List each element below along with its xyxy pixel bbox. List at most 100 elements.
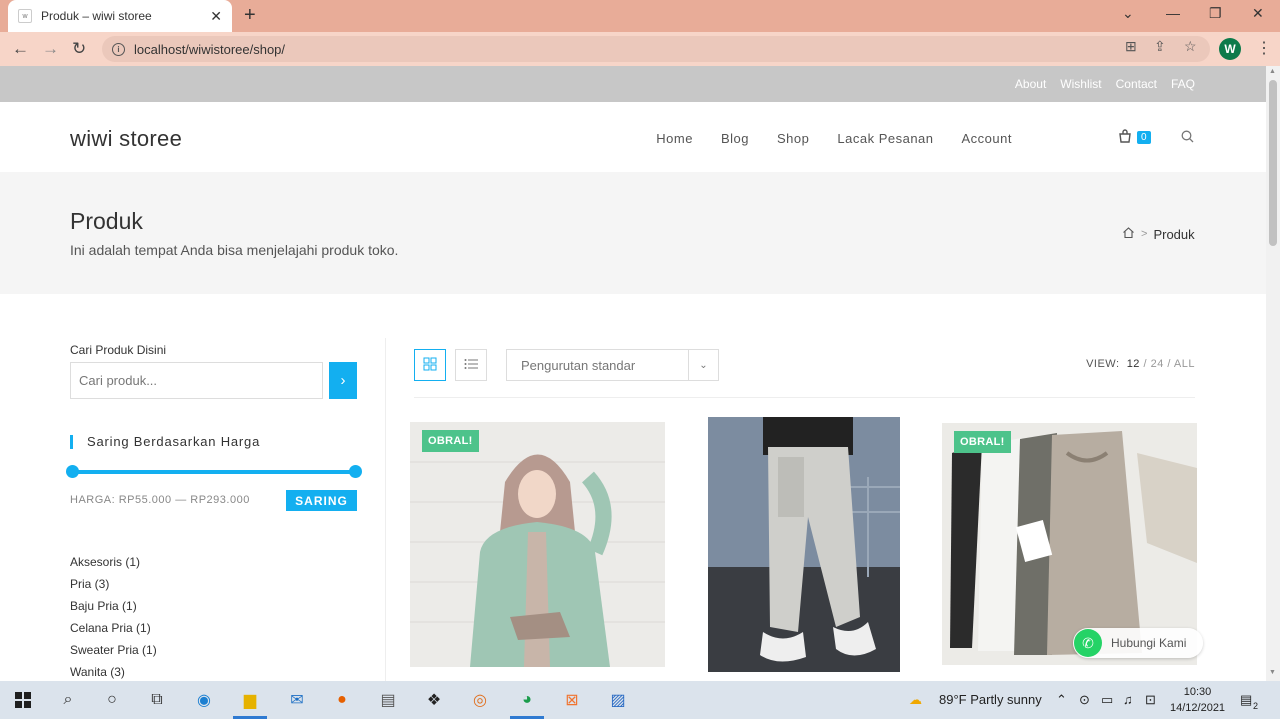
app-icon[interactable]: ◎ (469, 689, 491, 711)
address-bar[interactable]: i localhost/wiwistoree/shop/ (102, 36, 1210, 62)
cart-button[interactable]: 0 (1118, 129, 1151, 146)
category-item[interactable]: Aksesoris (1) (70, 551, 157, 573)
view-label: VIEW: (1086, 358, 1120, 370)
grid-view-button[interactable] (414, 349, 446, 381)
new-tab-icon[interactable]: + (244, 4, 256, 27)
top-bar: About Wishlist Contact FAQ (0, 66, 1266, 102)
product-image[interactable]: OBRAL! (410, 422, 665, 667)
list-icon (464, 357, 478, 373)
chevron-down-icon: ⌄ (688, 350, 718, 380)
category-item[interactable]: Baju Pria (1) (70, 595, 157, 617)
nav-blog[interactable]: Blog (721, 131, 749, 146)
category-item[interactable]: Sweater Pria (1) (70, 639, 157, 661)
view-option-24[interactable]: 24 (1151, 358, 1164, 370)
file-explorer-icon[interactable]: ▆ (239, 689, 261, 711)
page-title: Produk (70, 208, 143, 234)
search-widget-label: Cari Produk Disini (70, 343, 167, 357)
view-option-12[interactable]: 12 (1127, 358, 1140, 370)
tab-search-icon[interactable]: ⌄ (1122, 5, 1134, 22)
dropbox-icon[interactable]: ❖ (423, 689, 445, 711)
price-max-handle[interactable] (349, 465, 362, 478)
price-min-handle[interactable] (66, 465, 79, 478)
browser-tab[interactable]: w Produk – wiwi storee ✕ (8, 0, 232, 32)
windows-start-icon[interactable] (12, 689, 34, 711)
xampp-icon[interactable]: ⊠ (561, 689, 583, 711)
translate-icon[interactable]: ⊞ (1125, 38, 1137, 55)
nav-account[interactable]: Account (962, 131, 1012, 146)
restore-icon[interactable]: ❐ (1209, 5, 1222, 22)
main-nav: Home Blog Shop Lacak Pesanan Account (656, 131, 1012, 146)
url-text: localhost/wiwistoree/shop/ (134, 41, 286, 57)
scroll-down-icon[interactable]: ▼ (1269, 669, 1276, 676)
shopping-bag-icon (1118, 129, 1132, 146)
search-icon[interactable]: ⌕ (57, 689, 79, 711)
weather-text[interactable]: 89°F Partly sunny (939, 692, 1042, 707)
whatsapp-label: Hubungi Kami (1111, 636, 1187, 650)
sort-select[interactable]: Pengurutan standar ⌄ (506, 349, 719, 381)
sale-badge: OBRAL! (954, 431, 1011, 453)
edge-icon[interactable]: ◉ (193, 689, 215, 711)
site-logo[interactable]: wiwi storee (70, 126, 182, 152)
onedrive-icon[interactable]: ⊙ (1079, 692, 1090, 708)
filter-button[interactable]: SARING (286, 490, 357, 511)
reload-icon[interactable]: ↻ (72, 39, 86, 59)
page-hero: Produk Ini adalah tempat Anda bisa menje… (0, 172, 1266, 294)
browser-menu-icon[interactable]: ⋮ (1256, 38, 1272, 58)
favicon-icon: w (18, 9, 32, 23)
clock[interactable]: 10:30 14/12/2021 (1170, 684, 1225, 716)
web-page: About Wishlist Contact FAQ wiwi storee H… (0, 66, 1266, 681)
amazon-icon[interactable]: ▤ (377, 689, 399, 711)
home-icon[interactable] (1122, 226, 1135, 242)
nav-lacak-pesanan[interactable]: Lacak Pesanan (837, 131, 933, 146)
share-icon[interactable]: ⇪ (1154, 38, 1166, 55)
clock-date: 14/12/2021 (1170, 702, 1226, 714)
close-tab-icon[interactable]: ✕ (210, 8, 222, 25)
nav-shop[interactable]: Shop (777, 131, 809, 146)
top-link-contact[interactable]: Contact (1116, 77, 1157, 91)
profile-avatar[interactable]: W (1219, 38, 1241, 60)
forward-icon[interactable]: → (42, 39, 59, 59)
sale-badge: OBRAL! (422, 430, 479, 452)
chevron-up-icon[interactable]: ⌃ (1056, 692, 1067, 708)
volume-icon[interactable]: ♫ (1123, 692, 1133, 707)
cortana-icon[interactable]: ○ (101, 689, 123, 711)
tab-title: Produk – wiwi storee (41, 9, 152, 23)
bookmark-star-icon[interactable]: ☆ (1184, 38, 1197, 55)
top-link-wishlist[interactable]: Wishlist (1060, 77, 1101, 91)
price-range-slider[interactable] (66, 465, 362, 478)
whatsapp-contact-button[interactable]: ✆ Hubungi Kami (1073, 628, 1203, 658)
mail-icon[interactable]: ✉ (286, 689, 308, 711)
category-item[interactable]: Pria (3) (70, 573, 157, 595)
language-icon[interactable]: ⊡ (1145, 692, 1156, 708)
site-info-icon[interactable]: i (112, 42, 125, 56)
chevron-right-icon: › (340, 372, 346, 389)
weather-icon[interactable]: ☁ (909, 692, 922, 708)
page-scrollbar[interactable]: ▲ ▼ (1266, 66, 1280, 681)
top-link-about[interactable]: About (1015, 77, 1046, 91)
category-item[interactable]: Celana Pria (1) (70, 617, 157, 639)
firefox-icon[interactable]: ● (331, 689, 353, 711)
task-view-icon[interactable]: ⧉ (146, 689, 168, 711)
scroll-thumb[interactable] (1269, 80, 1277, 246)
back-icon[interactable]: ← (12, 39, 29, 59)
scroll-up-icon[interactable]: ▲ (1269, 68, 1276, 75)
search-icon[interactable] (1181, 130, 1194, 146)
category-item[interactable]: Wanita (3) (70, 661, 157, 681)
breadcrumb-current: Produk (1153, 226, 1195, 242)
browser-toolbar: ← → ↻ i localhost/wiwistoree/shop/ ⊞ ⇪ ☆… (0, 32, 1280, 66)
close-window-icon[interactable]: ✕ (1252, 5, 1264, 22)
notifications-icon[interactable]: ▤ (1240, 692, 1252, 708)
chrome-icon[interactable]: ◕ (516, 689, 538, 711)
category-list: Aksesoris (1) Pria (3) Baju Pria (1) Cel… (70, 551, 157, 681)
view-option-all[interactable]: ALL (1174, 358, 1195, 370)
nav-home[interactable]: Home (656, 131, 693, 146)
top-link-faq[interactable]: FAQ (1171, 77, 1195, 91)
product-search-input[interactable]: Cari produk... (70, 362, 323, 399)
cart-count-badge: 0 (1137, 131, 1151, 144)
photos-icon[interactable]: ▨ (607, 689, 629, 711)
minimize-icon[interactable]: — (1166, 5, 1180, 21)
product-search-submit[interactable]: › (329, 362, 357, 399)
product-image[interactable] (708, 417, 900, 672)
list-view-button[interactable] (455, 349, 487, 381)
network-icon[interactable]: ▭ (1101, 692, 1113, 708)
